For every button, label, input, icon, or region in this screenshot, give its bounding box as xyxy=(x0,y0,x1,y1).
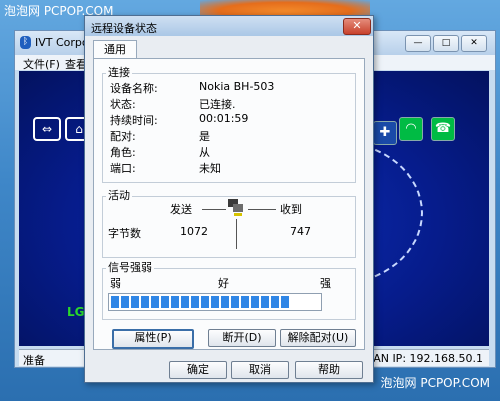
signal-segment xyxy=(231,296,239,308)
paired-label: 配对: xyxy=(110,130,136,143)
disconnect-button[interactable]: 断开(D) xyxy=(208,329,276,347)
signal-segment xyxy=(191,296,199,308)
signal-segment xyxy=(201,296,209,308)
signal-segment xyxy=(171,296,179,308)
signal-segment xyxy=(111,296,119,308)
port-label: 端口: xyxy=(110,162,136,175)
device-name-value: Nokia BH-503 xyxy=(199,80,275,93)
bluetooth-icon: ᛒ xyxy=(20,36,31,49)
signal-segment xyxy=(121,296,129,308)
signal-good-label: 好 xyxy=(218,277,229,290)
properties-button[interactable]: 属性(P) xyxy=(112,329,194,349)
activity-divider xyxy=(236,219,237,249)
signal-segment xyxy=(281,296,289,308)
signal-segment xyxy=(251,296,259,308)
signal-segment xyxy=(161,296,169,308)
received-label: 收到 xyxy=(280,203,302,216)
signal-strength-bar xyxy=(108,293,322,311)
dialog-titlebar: 远程设备状态 ✕ xyxy=(85,16,373,36)
cancel-button[interactable]: 取消 xyxy=(231,361,289,379)
signal-segment xyxy=(221,296,229,308)
tab-general[interactable]: 通用 xyxy=(93,40,137,59)
role-value: 从 xyxy=(199,146,210,159)
network-activity-icon xyxy=(228,199,244,217)
signal-segment xyxy=(181,296,189,308)
sent-label: 发送 xyxy=(170,203,192,216)
port-value: 未知 xyxy=(199,162,221,175)
device-label-lg[interactable]: LG xyxy=(67,305,85,319)
tab-panel-general: 连接 设备名称: Nokia BH-503 状态: 已连接. 持续时间: 00:… xyxy=(93,58,365,350)
signal-segment xyxy=(261,296,269,308)
signal-segment xyxy=(151,296,159,308)
signal-segment xyxy=(241,296,249,308)
signal-segment xyxy=(211,296,219,308)
maximize-button[interactable]: □ xyxy=(433,35,459,52)
menu-file[interactable]: 文件(F) xyxy=(23,56,60,72)
lan-ip-text: AN IP: 192.168.50.1 xyxy=(373,352,483,365)
device-name-label: 设备名称: xyxy=(110,82,158,95)
service-icon[interactable]: ⇔ xyxy=(33,117,61,141)
status-value: 已连接. xyxy=(199,98,236,111)
close-button[interactable]: ✕ xyxy=(461,35,487,52)
minimize-button[interactable]: — xyxy=(405,35,431,52)
connection-group-title: 连接 xyxy=(106,64,132,80)
status-text: 准备 xyxy=(23,354,45,367)
unpair-button[interactable]: 解除配对(U) xyxy=(280,329,356,347)
signal-segment xyxy=(271,296,279,308)
duration-value: 00:01:59 xyxy=(199,112,249,125)
received-line xyxy=(248,209,276,210)
sent-line xyxy=(202,209,226,210)
remote-device-status-dialog: 远程设备状态 ✕ 通用 连接 设备名称: Nokia BH-503 状态: 已连… xyxy=(84,15,374,383)
signal-segment xyxy=(141,296,149,308)
duration-label: 持续时间: xyxy=(110,114,158,127)
watermark-bottom: 泡泡网 PCPOP.COM xyxy=(380,376,490,390)
ok-button[interactable]: 确定 xyxy=(169,361,227,379)
bytes-label: 字节数 xyxy=(108,227,141,240)
status-label: 状态: xyxy=(110,98,136,111)
status-icon[interactable]: ✚ xyxy=(373,121,397,145)
help-button[interactable]: 帮助 xyxy=(295,361,363,379)
role-label: 角色: xyxy=(110,146,136,159)
signal-group-title: 信号强弱 xyxy=(106,259,154,275)
sent-bytes-value: 1072 xyxy=(180,225,208,238)
ivt-window-title: IVT Corpo xyxy=(35,36,89,49)
paired-value: 是 xyxy=(199,130,210,143)
dialog-close-button[interactable]: ✕ xyxy=(343,18,371,35)
signal-segment xyxy=(131,296,139,308)
handsfree-icon[interactable]: ☎ xyxy=(431,117,455,141)
activity-group-title: 活动 xyxy=(106,187,132,203)
signal-strong-label: 强 xyxy=(320,277,331,290)
signal-weak-label: 弱 xyxy=(110,277,121,290)
received-bytes-value: 747 xyxy=(290,225,311,238)
dialog-title: 远程设备状态 xyxy=(91,22,157,35)
headset-icon[interactable]: ◠ xyxy=(399,117,423,141)
